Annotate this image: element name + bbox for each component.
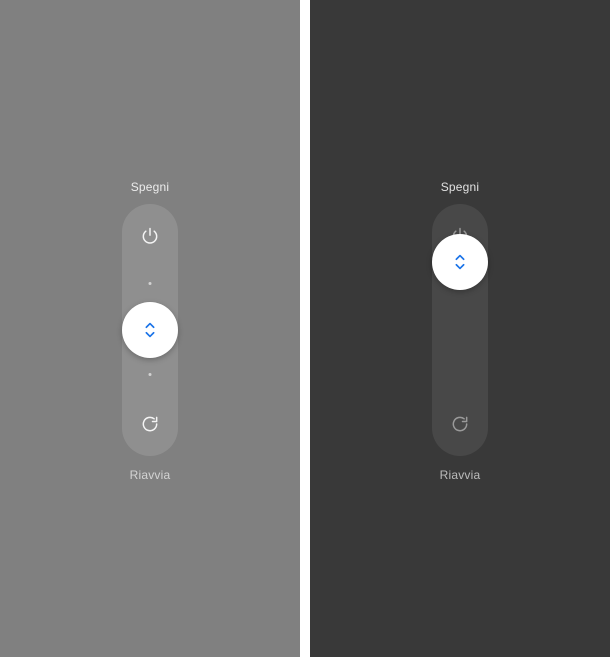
restart-label: Riavvia [440,468,481,482]
track-dots [459,282,462,376]
dot [459,373,462,376]
power-menu-light: Spegni [0,0,300,657]
restart-icon [446,410,474,438]
power-menu: Spegni [400,180,520,482]
slider-knob[interactable] [122,302,178,358]
shutdown-label: Spegni [131,180,170,194]
dot [149,373,152,376]
shutdown-label: Spegni [441,180,480,194]
restart-label: Riavvia [130,468,171,482]
power-menu-dark: Spegni [310,0,610,657]
power-menu: Spegni [90,180,210,482]
pane-divider [300,0,310,657]
power-slider-track[interactable] [122,204,178,456]
restart-icon [136,410,164,438]
drag-handle-icon [449,251,471,273]
power-slider-track[interactable] [432,204,488,456]
power-icon [136,222,164,250]
slider-knob[interactable] [432,234,488,290]
drag-handle-icon [139,319,161,341]
dot [149,282,152,285]
